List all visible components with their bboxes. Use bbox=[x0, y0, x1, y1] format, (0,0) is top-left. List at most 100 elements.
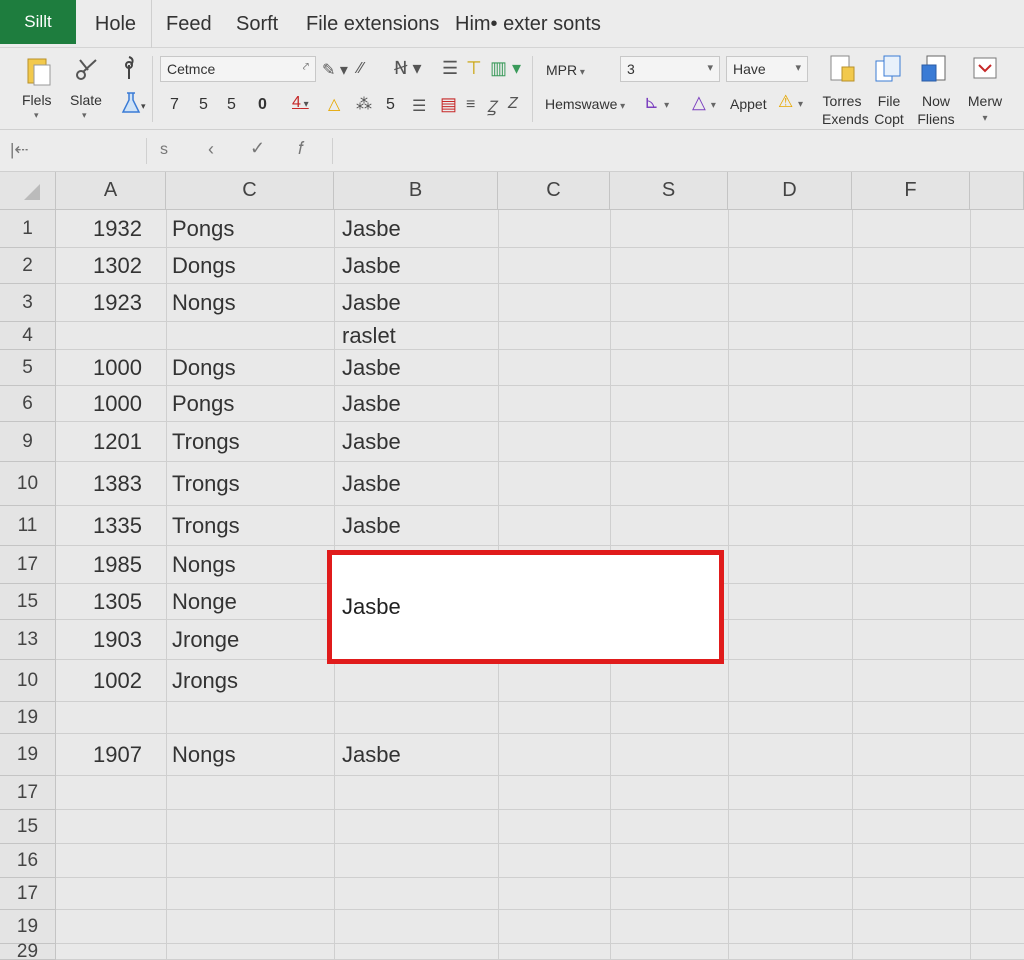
align-left-icon[interactable]: ☰ bbox=[442, 58, 458, 79]
tab-him-exter-sonts[interactable]: Him• exter sonts bbox=[455, 0, 601, 48]
new-files-icon[interactable] bbox=[918, 52, 952, 86]
formula-s-button[interactable]: s bbox=[160, 141, 168, 159]
row-header[interactable]: 19 bbox=[0, 910, 56, 944]
chart-angle-icon[interactable]: ⊾ ▾ bbox=[644, 92, 669, 113]
cell-col-a[interactable]: 1201 bbox=[56, 422, 166, 462]
row-header[interactable]: 10 bbox=[0, 462, 56, 506]
fill-triangle-icon[interactable]: △ bbox=[328, 94, 340, 114]
triangle-style-icon[interactable]: △ ▾ bbox=[692, 92, 716, 113]
cell-col-c[interactable]: Trongs bbox=[172, 506, 332, 546]
have-box[interactable]: Have ▾ bbox=[726, 56, 808, 82]
flag-icon[interactable]: ▤ bbox=[440, 94, 457, 115]
cell-col-c[interactable]: Nongs bbox=[172, 546, 332, 584]
column-header-3[interactable]: B bbox=[334, 172, 498, 210]
font-color-4-button[interactable]: 4 ▾ bbox=[292, 94, 309, 112]
cell-col-c[interactable]: Trongs bbox=[172, 422, 332, 462]
cell-col-b[interactable]: raslet bbox=[342, 322, 492, 350]
row-header[interactable]: 10 bbox=[0, 660, 56, 702]
cell-col-c[interactable]: Trongs bbox=[172, 462, 332, 506]
files-dropdown-icon[interactable]: ▾ bbox=[34, 110, 39, 121]
merw-button[interactable]: Merw ▾ bbox=[966, 92, 1004, 128]
cell-col-c[interactable]: Nonge bbox=[172, 584, 332, 620]
size-box[interactable]: 3 ▾ bbox=[620, 56, 720, 82]
file-copy-icon[interactable] bbox=[872, 52, 906, 86]
slate-dropdown-icon[interactable]: ▾ bbox=[82, 110, 87, 121]
row-header[interactable]: 11 bbox=[0, 506, 56, 546]
columns-icon[interactable]: ▥ ▾ bbox=[490, 58, 521, 79]
page-paint-icon[interactable] bbox=[826, 52, 860, 86]
row-header[interactable]: 6 bbox=[0, 386, 56, 422]
format-painter-icon[interactable] bbox=[116, 54, 142, 82]
tab-feed[interactable]: Feed bbox=[166, 0, 212, 48]
asterisk-icon[interactable]: ⁂ bbox=[356, 94, 372, 114]
formula-arrow-button[interactable]: ‹ bbox=[208, 139, 214, 160]
cell-col-b[interactable]: Jasbe bbox=[342, 350, 492, 386]
row-header[interactable]: 19 bbox=[0, 702, 56, 734]
cell-col-b[interactable]: Jasbe bbox=[342, 506, 492, 546]
row-header[interactable]: 29 bbox=[0, 941, 56, 960]
cell-col-b[interactable]: Jasbe bbox=[342, 210, 492, 248]
row-header[interactable]: 16 bbox=[0, 844, 56, 878]
row-header[interactable]: 5 bbox=[0, 350, 56, 386]
cell-col-b[interactable]: Jasbe bbox=[342, 422, 492, 462]
row-header[interactable]: 2 bbox=[0, 248, 56, 284]
cell-col-a[interactable]: 1907 bbox=[56, 734, 166, 776]
cell-col-a[interactable]: 1000 bbox=[56, 386, 166, 422]
torres-exends-button[interactable]: Torres Exends bbox=[822, 92, 869, 128]
row-header[interactable]: 17 bbox=[0, 546, 56, 584]
num-btn-7[interactable]: 7 bbox=[170, 96, 179, 114]
brush-icon[interactable]: ⁄⁄ bbox=[358, 60, 363, 78]
num-btn-5b[interactable]: 5 bbox=[227, 96, 236, 114]
size-box-dropdown-icon[interactable]: ▾ bbox=[707, 61, 713, 74]
row-header[interactable]: 9 bbox=[0, 422, 56, 462]
cell-col-c[interactable]: Jronge bbox=[172, 620, 332, 660]
cell-col-a[interactable]: 1302 bbox=[56, 248, 166, 284]
row-header[interactable]: 15 bbox=[0, 584, 56, 620]
app-tab[interactable]: Sillt bbox=[0, 0, 76, 44]
cell-col-c[interactable]: Dongs bbox=[172, 248, 332, 284]
now-fliens-button[interactable]: Now Fliens bbox=[914, 92, 958, 128]
row-header[interactable]: 3 bbox=[0, 284, 56, 322]
cell-col-c[interactable]: Jrongs bbox=[172, 660, 332, 702]
slate-label[interactable]: Slate bbox=[70, 92, 102, 108]
tab-sorft[interactable]: Sorft bbox=[236, 0, 278, 48]
row-header[interactable]: 15 bbox=[0, 810, 56, 844]
pen-icon[interactable]: ✎ ▾ bbox=[322, 60, 348, 80]
have-box-dropdown-icon[interactable]: ▾ bbox=[795, 61, 801, 74]
row-header[interactable]: 13 bbox=[0, 620, 56, 660]
warning-icon[interactable]: ⚠ ▾ bbox=[778, 92, 803, 112]
name-box[interactable]: |⇠ bbox=[10, 140, 29, 160]
scissors-icon[interactable] bbox=[72, 54, 102, 84]
cell-col-b[interactable]: Jasbe bbox=[342, 386, 492, 422]
file-copt-button[interactable]: File Copt bbox=[870, 92, 908, 128]
row-header[interactable]: 19 bbox=[0, 734, 56, 776]
cell-col-a[interactable]: 1002 bbox=[56, 660, 166, 702]
font-name-box[interactable]: Cetmce ⤤ bbox=[160, 56, 316, 82]
num-btn-5a[interactable]: 5 bbox=[199, 96, 208, 114]
cell-col-b[interactable]: Jasbe bbox=[342, 462, 492, 506]
row-header[interactable]: 17 bbox=[0, 776, 56, 810]
select-all-corner[interactable] bbox=[0, 172, 56, 210]
flask-icon[interactable]: ▾ bbox=[118, 90, 148, 116]
selected-cell[interactable]: Jasbe bbox=[327, 550, 724, 664]
list-icon[interactable]: ☰ bbox=[412, 96, 426, 116]
cell-col-c[interactable]: Pongs bbox=[172, 210, 332, 248]
tab-hole[interactable]: Hole bbox=[80, 0, 152, 48]
cell-col-c[interactable]: Dongs bbox=[172, 350, 332, 386]
zero-bold-icon[interactable]: 0 bbox=[258, 96, 267, 114]
tab-file-extensions[interactable]: File extensions bbox=[306, 0, 439, 48]
mpr-dropdown[interactable]: MPR ▾ bbox=[546, 62, 585, 78]
text-box-icon[interactable]: ⊤ bbox=[466, 58, 482, 79]
column-header-7[interactable]: F bbox=[852, 172, 970, 210]
strikethrough-n-icon[interactable]: Ꞥ ▾ bbox=[394, 58, 422, 79]
cell-col-b[interactable]: Jasbe bbox=[342, 734, 492, 776]
column-header-5[interactable]: S bbox=[610, 172, 728, 210]
row-header[interactable]: 17 bbox=[0, 878, 56, 910]
column-header-blank[interactable] bbox=[970, 172, 1024, 210]
cell-col-c[interactable]: Pongs bbox=[172, 386, 332, 422]
cell-col-a[interactable]: 1383 bbox=[56, 462, 166, 506]
fx-icon[interactable]: 𝑓 bbox=[298, 138, 304, 159]
cell-col-b[interactable]: Jasbe bbox=[342, 248, 492, 284]
column-header-4[interactable]: C bbox=[498, 172, 610, 210]
row-header[interactable]: 4 bbox=[0, 322, 56, 350]
